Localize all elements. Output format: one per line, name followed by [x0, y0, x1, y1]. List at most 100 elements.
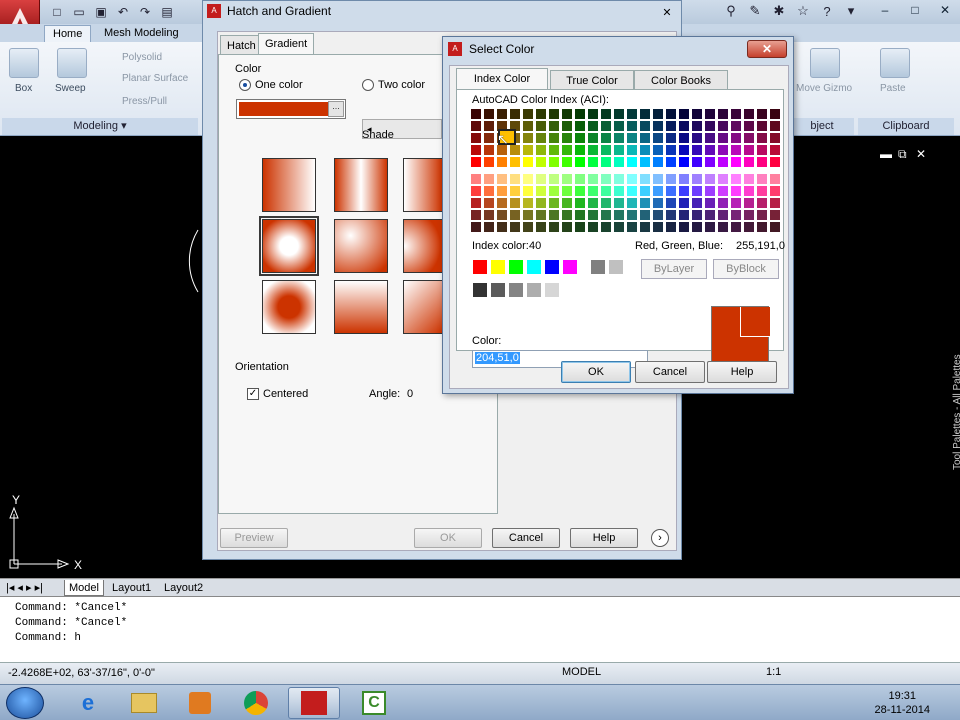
aci-color-cell[interactable]: [770, 157, 780, 167]
std-color-gray9[interactable]: [608, 259, 624, 275]
aci-color-cell[interactable]: [744, 121, 754, 131]
dropdown-icon[interactable]: ▾: [842, 2, 860, 20]
aci-color-cell[interactable]: [588, 174, 598, 184]
aci-color-cell[interactable]: [679, 121, 689, 131]
internet-explorer-icon[interactable]: e: [62, 687, 114, 719]
aci-color-cell[interactable]: [471, 145, 481, 155]
aci-color-cell[interactable]: [562, 222, 572, 232]
aci-color-cell[interactable]: [744, 222, 754, 232]
aci-color-cell[interactable]: [471, 109, 481, 119]
aci-color-cell[interactable]: [705, 109, 715, 119]
aci-color-cell[interactable]: [679, 145, 689, 155]
aci-color-cell[interactable]: [770, 145, 780, 155]
aci-color-cell[interactable]: [562, 198, 572, 208]
aci-color-cell[interactable]: [497, 222, 507, 232]
aci-color-cell[interactable]: [601, 174, 611, 184]
tab-color-books[interactable]: Color Books: [634, 70, 728, 90]
aci-color-cell[interactable]: [614, 198, 624, 208]
aci-color-cell[interactable]: [588, 210, 598, 220]
aci-color-cell[interactable]: [497, 157, 507, 167]
aci-color-cell[interactable]: [718, 222, 728, 232]
aci-color-cell[interactable]: [705, 210, 715, 220]
aci-color-cell[interactable]: [757, 133, 767, 143]
aci-color-cell[interactable]: [627, 109, 637, 119]
aci-color-cell[interactable]: [627, 121, 637, 131]
aci-color-cell[interactable]: [575, 198, 585, 208]
aci-color-cell[interactable]: [718, 145, 728, 155]
aci-color-cell[interactable]: [536, 222, 546, 232]
aci-color-cell[interactable]: [549, 210, 559, 220]
aci-color-cell[interactable]: [705, 157, 715, 167]
layout-nav-arrows[interactable]: |◂ ◂ ▸ ▸|: [2, 580, 47, 596]
tab-gradient[interactable]: Gradient: [258, 33, 315, 55]
wrench-icon[interactable]: ✎: [746, 2, 764, 20]
gradient-pattern-curved[interactable]: [403, 219, 443, 273]
aci-color-cell[interactable]: [497, 210, 507, 220]
aci-color-cell[interactable]: [510, 109, 520, 119]
aci-color-cell[interactable]: [666, 109, 676, 119]
aci-color-cell[interactable]: [679, 133, 689, 143]
aci-color-cell[interactable]: [692, 121, 702, 131]
aci-color-cell[interactable]: [484, 157, 494, 167]
aci-color-cell[interactable]: [718, 210, 728, 220]
aci-color-cell[interactable]: [601, 186, 611, 196]
chrome-icon[interactable]: [230, 687, 282, 719]
aci-color-cell[interactable]: [588, 133, 598, 143]
std-color-red[interactable]: [472, 259, 488, 275]
aci-color-cell[interactable]: [770, 222, 780, 232]
aci-color-cell[interactable]: [770, 186, 780, 196]
aci-color-cell[interactable]: [627, 157, 637, 167]
aci-color-cell[interactable]: [679, 186, 689, 196]
aci-color-cell[interactable]: [679, 210, 689, 220]
aci-color-cell[interactable]: [601, 157, 611, 167]
aci-color-cell[interactable]: [588, 121, 598, 131]
gray-shade-3[interactable]: [508, 282, 524, 298]
aci-color-cell[interactable]: [523, 157, 533, 167]
aci-color-cell[interactable]: [549, 174, 559, 184]
gray-shade-4[interactable]: [526, 282, 542, 298]
aci-color-cell[interactable]: [718, 186, 728, 196]
aci-color-cell[interactable]: [536, 133, 546, 143]
aci-color-cell[interactable]: [744, 198, 754, 208]
aci-color-cell[interactable]: [484, 109, 494, 119]
expand-options-icon[interactable]: ›: [651, 529, 669, 547]
aci-color-cell[interactable]: [562, 186, 572, 196]
file-explorer-icon[interactable]: [118, 687, 170, 719]
aci-color-cell[interactable]: [627, 186, 637, 196]
aci-color-cell[interactable]: [536, 198, 546, 208]
aci-color-cell[interactable]: [770, 210, 780, 220]
aci-color-cell[interactable]: [757, 210, 767, 220]
aci-color-cell[interactable]: [523, 186, 533, 196]
aci-color-cell[interactable]: [536, 174, 546, 184]
aci-color-cell[interactable]: [744, 109, 754, 119]
aci-color-cell[interactable]: [575, 109, 585, 119]
aci-color-cell[interactable]: [588, 109, 598, 119]
aci-color-cell[interactable]: [692, 186, 702, 196]
planar-surface-button[interactable]: Planar Surface: [122, 73, 188, 84]
aci-color-cell[interactable]: [549, 145, 559, 155]
aci-color-cell[interactable]: [562, 174, 572, 184]
move-gizmo-icon[interactable]: [810, 48, 840, 78]
aci-color-cell[interactable]: [744, 157, 754, 167]
aci-color-cell[interactable]: [549, 198, 559, 208]
aci-color-cell[interactable]: [744, 186, 754, 196]
aci-color-cell[interactable]: [627, 210, 637, 220]
aci-color-cell[interactable]: [523, 109, 533, 119]
aci-color-cell[interactable]: [705, 222, 715, 232]
aci-color-cell[interactable]: [471, 210, 481, 220]
bylayer-button[interactable]: ByLayer: [641, 259, 707, 279]
aci-color-cell[interactable]: [471, 174, 481, 184]
aci-color-cell[interactable]: [484, 198, 494, 208]
aci-color-cell[interactable]: [640, 174, 650, 184]
aci-color-cell[interactable]: [575, 145, 585, 155]
maximize-icon[interactable]: □: [900, 0, 930, 20]
aci-color-cell[interactable]: [484, 145, 494, 155]
aci-color-cell[interactable]: [666, 145, 676, 155]
aci-color-cell[interactable]: [640, 198, 650, 208]
close-icon[interactable]: ✕: [930, 0, 960, 20]
aci-color-cell[interactable]: [497, 186, 507, 196]
aci-color-cell[interactable]: [510, 210, 520, 220]
aci-color-cell[interactable]: [679, 222, 689, 232]
aci-color-cell[interactable]: [653, 145, 663, 155]
camtasia-icon[interactable]: C: [348, 687, 400, 719]
